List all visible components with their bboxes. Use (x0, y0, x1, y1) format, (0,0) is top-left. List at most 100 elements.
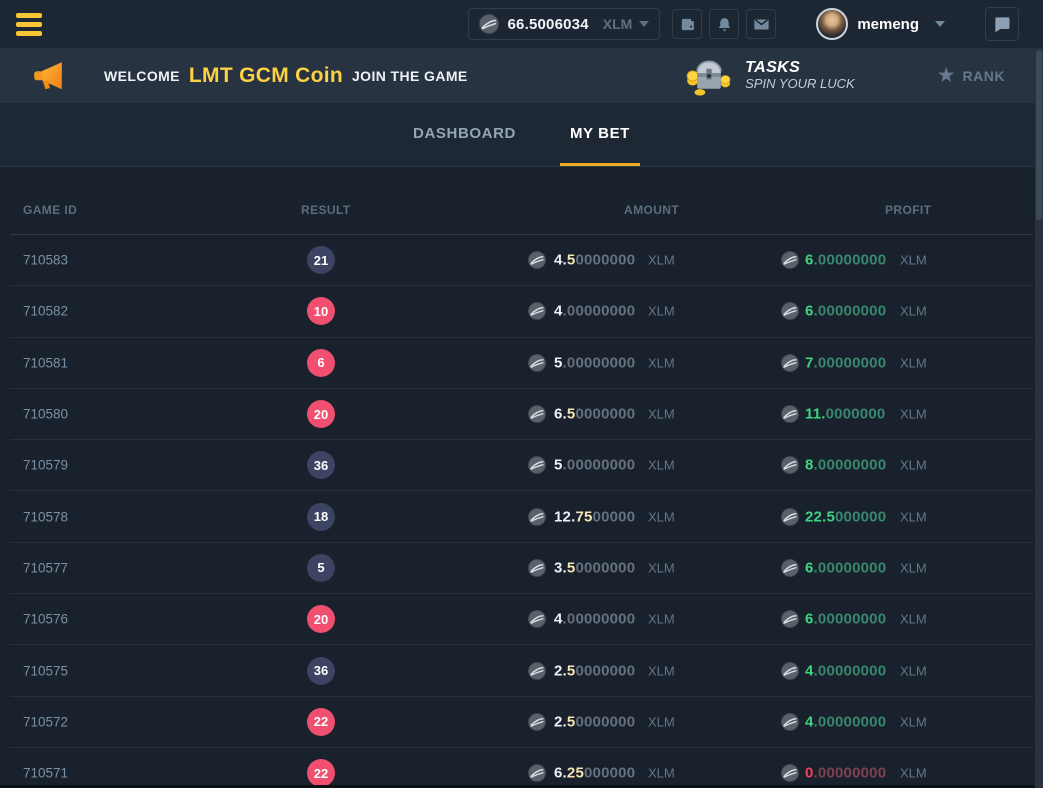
table-body: 710583 21 4.50000000 XLM 6.00000000 XLM … (10, 235, 1033, 788)
stellar-coin-icon (528, 559, 546, 577)
profit-dim: .00000000 (814, 303, 887, 320)
balance-currency: XLM (603, 16, 633, 32)
menu-button[interactable] (16, 13, 42, 36)
column-profit: PROFIT (885, 203, 931, 217)
profit-dim: .00000000 (814, 662, 887, 679)
rank-button[interactable]: ★ RANK (937, 65, 1005, 86)
game-id: 710572 (23, 714, 68, 729)
wallet-button[interactable] (672, 9, 702, 39)
messages-button[interactable] (746, 9, 776, 39)
tasks-button[interactable]: TASKS SPIN YOUR LUCK (685, 56, 855, 96)
stellar-coin-icon (781, 713, 799, 731)
amount-value: 4.00000000 (554, 611, 635, 628)
amount-value: 5.00000000 (554, 354, 635, 371)
amount-value: 2.50000000 (554, 713, 635, 730)
table-row[interactable]: 710577 5 3.50000000 XLM 6.00000000 XLM (10, 543, 1033, 594)
profit-value: 6.00000000 (805, 611, 886, 628)
profit-currency: XLM (900, 663, 927, 678)
tasks-text: TASKS SPIN YOUR LUCK (745, 59, 855, 92)
announcement-banner: WELCOME LMT GCM Coin JOIN THE GAME TASKS… (0, 48, 1043, 103)
tab-dashboard[interactable]: DASHBOARD (403, 103, 526, 166)
table-row[interactable]: 710580 20 6.50000000 XLM 11.0000000 XLM (10, 389, 1033, 440)
star-icon: ★ (937, 65, 956, 86)
result-badge: 18 (307, 503, 335, 531)
amount-dim: 0000000 (575, 559, 635, 576)
tab-my-bet[interactable]: MY BET (560, 103, 640, 166)
game-id: 710579 (23, 458, 68, 473)
chat-icon (992, 14, 1012, 34)
amount-value: 12.7500000 (554, 508, 635, 525)
amount-dim: 0000000 (575, 662, 635, 679)
balance-amount: 66.5006034 (508, 16, 589, 33)
amount-dim: .00000000 (563, 354, 636, 371)
table-header: GAME ID RESULT AMOUNT PROFIT (10, 167, 1033, 235)
profit-dim: .00000000 (814, 354, 887, 371)
amount-value: 3.50000000 (554, 559, 635, 576)
treasure-chest-icon (685, 56, 733, 96)
amount-int: 2. (554, 713, 567, 730)
amount-dim: 0000000 (575, 252, 635, 269)
amount-currency: XLM (648, 355, 675, 370)
table-row[interactable]: 710578 18 12.7500000 XLM 22.5000000 XLM (10, 491, 1033, 542)
column-amount: AMOUNT (624, 203, 679, 217)
profit-value: 22.5000000 (805, 508, 886, 525)
my-bet-table: GAME ID RESULT AMOUNT PROFIT 710583 21 4… (10, 167, 1033, 788)
table-row[interactable]: 710581 6 5.00000000 XLM 7.00000000 XLM (10, 338, 1033, 389)
table-row[interactable]: 710571 22 6.25000000 XLM 0.00000000 XLM (10, 748, 1033, 788)
tasks-subtitle: SPIN YOUR LUCK (745, 77, 855, 92)
table-row[interactable]: 710583 21 4.50000000 XLM 6.00000000 XLM (10, 235, 1033, 286)
amount-int: 6. (554, 406, 567, 423)
amount-frac: 75 (575, 508, 592, 525)
profit-currency: XLM (900, 407, 927, 422)
profit-sig: 7 (805, 354, 814, 371)
table-row[interactable]: 710572 22 2.50000000 XLM 4.00000000 XLM (10, 697, 1033, 748)
profit-sig: 6 (805, 559, 814, 576)
page: 66.5006034 XLM memeng (0, 0, 1043, 788)
stellar-coin-icon (781, 405, 799, 423)
table-row[interactable]: 710579 36 5.00000000 XLM 8.00000000 XLM (10, 440, 1033, 491)
profit-value: 4.00000000 (805, 713, 886, 730)
amount-int: 6. (554, 765, 567, 782)
stellar-coin-icon (528, 508, 546, 526)
table-row[interactable]: 710575 36 2.50000000 XLM 4.00000000 XLM (10, 645, 1033, 696)
amount-int: 4. (554, 252, 567, 269)
join-text: JOIN THE GAME (352, 68, 468, 84)
game-id: 710580 (23, 407, 68, 422)
table-row[interactable]: 710576 20 4.00000000 XLM 6.00000000 XLM (10, 594, 1033, 645)
table-row[interactable]: 710582 10 4.00000000 XLM 6.00000000 XLM (10, 286, 1033, 337)
amount-value: 4.50000000 (554, 252, 635, 269)
top-bar: 66.5006034 XLM memeng (0, 0, 1043, 48)
profit-sig: 4 (805, 662, 814, 679)
profit-currency: XLM (900, 509, 927, 524)
amount-int: 12. (554, 508, 575, 525)
chat-button[interactable] (985, 7, 1019, 41)
amount-dim: 0000000 (575, 406, 635, 423)
amount-currency: XLM (648, 663, 675, 678)
scrollbar[interactable] (1035, 48, 1043, 788)
welcome-text: WELCOME (104, 68, 180, 84)
stellar-coin-icon (528, 456, 546, 474)
amount-value: 6.25000000 (554, 765, 635, 782)
stellar-coin-icon (528, 354, 546, 372)
profit-value: 11.0000000 (805, 406, 885, 423)
profit-currency: XLM (900, 766, 927, 781)
profit-currency: XLM (900, 714, 927, 729)
game-id: 710577 (23, 560, 68, 575)
amount-currency: XLM (648, 766, 675, 781)
notifications-button[interactable] (709, 9, 739, 39)
chevron-down-icon (935, 21, 945, 27)
profit-dim: .00000000 (814, 713, 887, 730)
avatar (816, 8, 848, 40)
stellar-coin-icon (528, 302, 546, 320)
scrollbar-thumb[interactable] (1036, 50, 1042, 220)
game-id: 710583 (23, 253, 68, 268)
amount-dim: 0000000 (575, 713, 635, 730)
coin-name-text: LMT GCM Coin (189, 64, 343, 88)
balance-selector[interactable]: 66.5006034 XLM (468, 8, 661, 40)
profit-dim: .00000000 (814, 252, 887, 269)
stellar-coin-icon (781, 764, 799, 782)
profit-sig: 8 (805, 457, 814, 474)
profit-dim: .00000000 (814, 559, 887, 576)
user-menu[interactable]: memeng (816, 8, 945, 40)
game-id: 710581 (23, 355, 68, 370)
